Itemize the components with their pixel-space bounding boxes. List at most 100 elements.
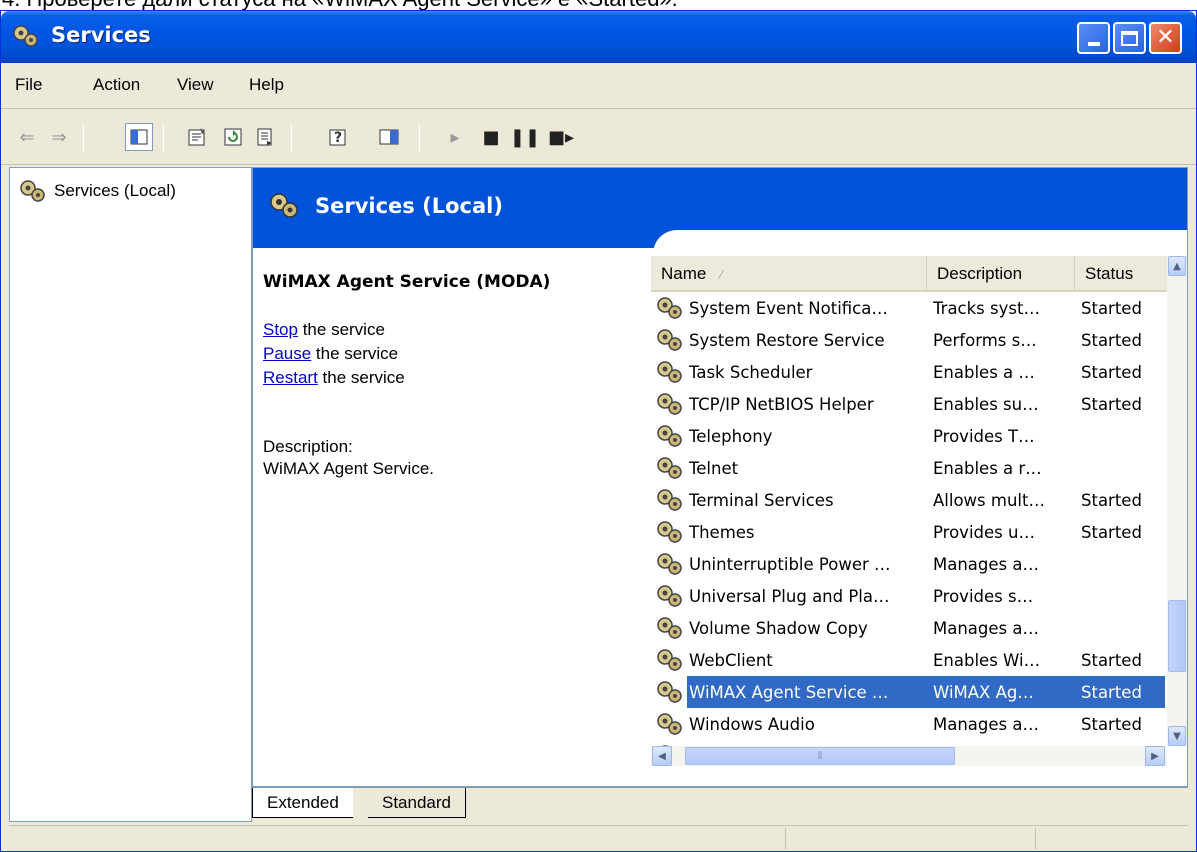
service-name: WiMAX Agent Service …	[689, 682, 889, 702]
service-gear-icon	[657, 649, 682, 671]
service-name: System Event Notifica…	[689, 298, 888, 318]
show-hide-action-pane-icon[interactable]	[375, 123, 403, 151]
maximize-button[interactable]	[1113, 22, 1146, 54]
service-name: Themes	[689, 522, 755, 542]
toolbar: ⇐ ⇒ ? ▸ ■ ❚❚ ■▸	[1, 110, 1196, 165]
vertical-scroll-thumb[interactable]	[1168, 600, 1186, 672]
service-status: Started	[1081, 714, 1142, 734]
restart-service-icon[interactable]: ■▸	[547, 123, 575, 151]
service-description-cell: Enables a r…	[933, 458, 1042, 478]
scroll-up-button[interactable]: ▲	[1168, 256, 1186, 276]
list-item[interactable]: Volume Shadow Copy Manages a…	[651, 612, 1167, 644]
caption-text: 4. Проверете дали статуса на «WiMAX Agen…	[2, 0, 678, 10]
service-gear-icon	[657, 585, 682, 607]
tab-standard-label: Standard	[382, 792, 451, 812]
show-hide-console-tree-icon[interactable]	[125, 123, 153, 151]
export-list-icon[interactable]	[251, 123, 279, 151]
tab-standard[interactable]: Standard	[368, 788, 466, 818]
list-item[interactable]: System Event Notifica… Tracks syst… Starte…	[651, 292, 1167, 324]
list-item[interactable]: Themes Provides u… Started	[651, 516, 1167, 548]
pause-service-icon[interactable]: ❚❚	[510, 123, 540, 151]
list-item-selected[interactable]: WiMAX Agent Service … WiMAX Ag… Started	[651, 676, 1167, 708]
list-item[interactable]: Telephony Provides T…	[651, 420, 1167, 452]
toolbar-separator	[83, 124, 84, 152]
scroll-left-button[interactable]: ◀	[652, 746, 672, 766]
minimize-button[interactable]	[1077, 22, 1110, 54]
svg-text:?: ?	[334, 130, 342, 146]
list-item[interactable]: Terminal Services Allows mult… Started	[651, 484, 1167, 516]
forward-arrow-icon[interactable]: ⇒	[45, 123, 73, 151]
back-arrow-icon[interactable]: ⇐	[13, 123, 41, 151]
menu-bar: File Action View Help	[1, 63, 1196, 109]
column-status-label: Status	[1085, 264, 1134, 283]
start-service-icon[interactable]: ▸	[441, 123, 469, 151]
stop-service-icon[interactable]: ■	[477, 123, 505, 151]
service-description-cell: Provides s…	[933, 586, 1034, 606]
console-tree-pane: Services (Local)	[9, 167, 252, 822]
properties-icon[interactable]	[183, 123, 211, 151]
list-item[interactable]: Uninterruptible Power … Manages a…	[651, 548, 1167, 580]
tree-item-services-local[interactable]: Services (Local)	[18, 178, 176, 204]
refresh-icon[interactable]	[219, 123, 247, 151]
service-gear-icon	[657, 329, 682, 351]
title-bar[interactable]: Services ✕	[1, 11, 1196, 63]
pause-action: Pause the service	[263, 342, 643, 366]
horizontal-scroll-thumb[interactable]: ⦀	[685, 747, 955, 765]
status-pane-divider	[1035, 828, 1036, 850]
service-status: Started	[1081, 298, 1142, 318]
service-status: Started	[1081, 362, 1142, 382]
service-actions: Stop the service Pause the service Resta…	[263, 318, 643, 390]
close-button[interactable]: ✕	[1149, 22, 1182, 54]
toolbar-separator	[419, 124, 420, 152]
services-window: Services ✕ File Action View Help ⇐ ⇒ ? ▸…	[0, 10, 1197, 852]
service-status: Started	[1081, 682, 1142, 702]
menu-help[interactable]: Help	[249, 75, 284, 95]
service-description-cell: Performs s…	[933, 330, 1037, 350]
horizontal-scrollbar[interactable]: ◀ ⦀ ▶	[651, 746, 1167, 766]
toolbar-separator	[291, 124, 292, 152]
pause-link[interactable]: Pause	[263, 344, 311, 363]
service-detail: WiMAX Agent Service (MODA) Stop the serv…	[263, 264, 643, 480]
service-description-cell: Allows mult…	[933, 490, 1045, 510]
details-header-title: Services (Local)	[315, 194, 503, 218]
service-name: Task Scheduler	[689, 362, 813, 382]
stop-action: Stop the service	[263, 318, 643, 342]
menu-view[interactable]: View	[177, 75, 214, 95]
column-header-name[interactable]: Name ∕	[651, 256, 927, 292]
service-gear-icon	[657, 425, 682, 447]
tab-extended[interactable]: Extended	[252, 788, 353, 818]
console-tree-icon	[130, 129, 148, 145]
stop-link[interactable]: Stop	[263, 320, 298, 339]
service-description-cell: Provides T…	[933, 426, 1035, 446]
service-description: Description: WiMAX Agent Service.	[263, 436, 643, 480]
service-description-cell: Manages a…	[933, 714, 1039, 734]
list-item[interactable]: Universal Plug and Pla… Provides s…	[651, 580, 1167, 612]
list-rows: System Event Notifica… Tracks syst… Starte…	[651, 292, 1167, 746]
service-gear-icon	[657, 393, 682, 415]
scroll-right-button[interactable]: ▶	[1145, 746, 1165, 766]
list-item[interactable]: Windows Audio Manages a… Started	[651, 708, 1167, 740]
list-item[interactable]: TCP/IP NetBIOS Helper Enables su… Started	[651, 388, 1167, 420]
vertical-scrollbar[interactable]: ▲ ▼	[1167, 256, 1187, 746]
column-header-description[interactable]: Description	[927, 256, 1075, 292]
description-label: Description:	[263, 437, 353, 456]
menu-action[interactable]: Action	[93, 75, 140, 95]
action-pane-glyph-icon	[379, 129, 399, 145]
column-header-status[interactable]: Status	[1075, 256, 1167, 292]
service-description-cell: Enables a …	[933, 362, 1035, 382]
service-name: Windows Audio	[689, 714, 815, 734]
list-item[interactable]: System Restore Service Performs s… Started	[651, 324, 1167, 356]
service-status: Started	[1081, 394, 1142, 414]
service-name: Telephony	[689, 426, 773, 446]
restart-action: Restart the service	[263, 366, 643, 390]
list-item[interactable]: WebClient Enables Wi… Started	[651, 644, 1167, 676]
service-status: Started	[1081, 650, 1142, 670]
list-item[interactable]: Task Scheduler Enables a … Started	[651, 356, 1167, 388]
list-item[interactable]: Telnet Enables a r…	[651, 452, 1167, 484]
scroll-down-button[interactable]: ▼	[1168, 726, 1186, 746]
service-gear-icon	[657, 713, 682, 735]
sort-ascending-icon: ∕	[720, 266, 723, 282]
menu-file[interactable]: File	[15, 75, 42, 95]
restart-link[interactable]: Restart	[263, 368, 318, 387]
help-icon[interactable]: ?	[325, 123, 353, 151]
